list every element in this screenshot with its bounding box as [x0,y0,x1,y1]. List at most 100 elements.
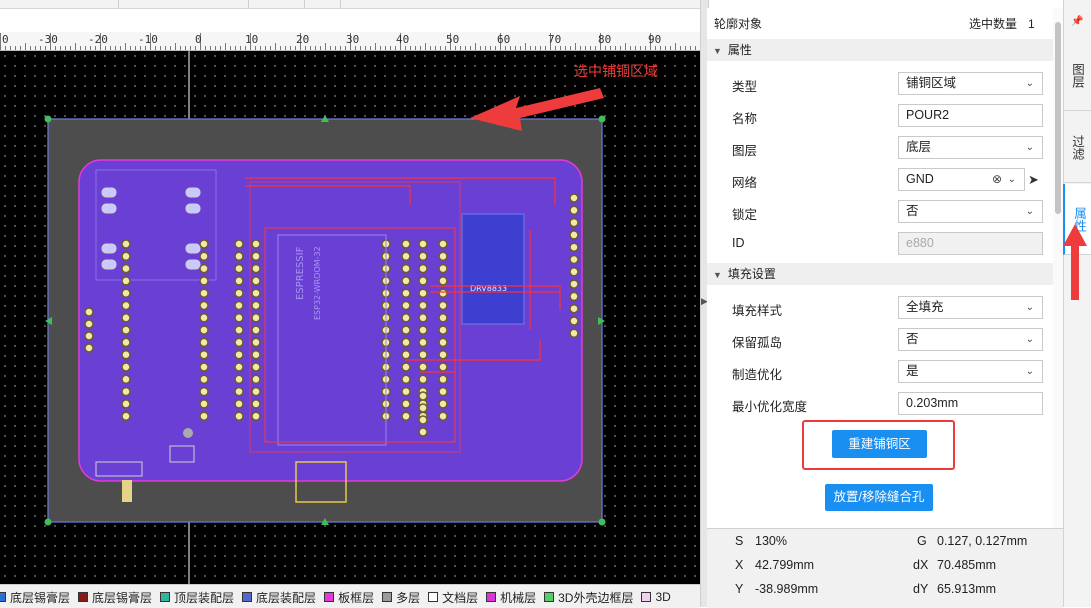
layer-toggle[interactable]: 板框层 [324,587,374,607]
keep-island-select[interactable]: 否 ⌄ [898,328,1043,351]
pad [199,288,209,298]
ruler-tick [285,46,286,50]
chevron-down-icon: ⌄ [1025,366,1034,377]
layer-name: 3D外壳边框层 [558,590,634,605]
pad [121,325,131,335]
pad [234,337,244,348]
chevron-down-icon: ⌄ [1025,142,1034,153]
ruler-tick [595,46,596,50]
ruler-tick [690,46,691,50]
layer-toggle[interactable]: 多层 [382,587,420,607]
ruler-tick [680,46,681,50]
section-properties-header[interactable]: ▼ 属性 [707,39,1053,61]
pad [121,263,131,274]
selection-handle[interactable] [44,518,52,526]
ruler-tick [570,46,571,50]
layer-toggle[interactable]: 底层锡膏层 [0,587,70,607]
pad [418,337,428,348]
pad [234,313,244,323]
ruler-tick [390,46,391,50]
pad [121,362,131,372]
ruler-tick [125,43,126,50]
pad [121,337,131,348]
pick-net-icon[interactable]: ➤ [1028,172,1039,188]
ruler-label: 10 [245,33,259,46]
pad [418,415,428,425]
ruler-tick [620,46,621,50]
ruler-tick [180,46,181,50]
pad [199,239,209,249]
x-value: 42.799mm [755,558,815,572]
net-select[interactable]: GND ⊗ ⌄ [898,168,1025,191]
pad [199,374,209,385]
layer-toggle[interactable]: 底层装配层 [242,587,316,607]
pad [251,313,261,323]
ruler-tick [335,46,336,50]
y-value: -38.989mm [755,582,819,596]
tab-filter[interactable]: 过滤 [1063,112,1091,183]
selection-handle[interactable] [598,518,606,526]
fill-style-select[interactable]: 全填充 ⌄ [898,296,1043,319]
tab-layers[interactable]: 图层 [1063,40,1091,111]
selection-handle[interactable] [598,115,606,123]
ruler-label: 40 [396,33,410,46]
ruler-tick [655,46,656,50]
layer-toggle[interactable]: 3D [641,587,671,607]
stitch-vias-button[interactable]: 放置/移除缝合孔 [825,484,933,511]
name-input[interactable]: POUR2 [898,104,1043,127]
ruler-label: 70 [548,33,562,46]
ruler-tick [360,46,361,50]
pin-icon[interactable]: 📌 [1071,16,1083,27]
ruler-tick [75,43,76,50]
ruler-tick [320,46,321,50]
layer-color-swatch [160,592,171,602]
layer-select[interactable]: 底层 ⌄ [898,136,1043,159]
min-width-input[interactable]: 0.203mm [898,392,1043,415]
layer-toggle[interactable]: 顶层装配层 [160,587,234,607]
lock-select[interactable]: 否 ⌄ [898,200,1043,223]
pad [234,325,244,335]
ruler-tick [295,46,296,50]
type-select[interactable]: 铺铜区域 ⌄ [898,72,1043,95]
ruler-tick [555,46,556,50]
ruler-tick [305,46,306,50]
ruler-tick [190,46,191,50]
pad [251,411,261,421]
ruler-tick [410,46,411,50]
ruler-tick [345,46,346,50]
layer-toggle[interactable]: 文档层 [428,587,478,607]
scale-value: 130% [755,534,787,548]
selection-handle[interactable] [44,115,52,123]
ruler-tick [65,46,66,50]
dy-value: 65.913mm [937,582,997,596]
pad [234,411,244,421]
layer-toggle[interactable]: 底层锡膏层 [78,587,152,607]
dfm-optimize-select[interactable]: 是 ⌄ [898,360,1043,383]
rebuild-pour-button[interactable]: 重建铺铜区 [832,430,927,458]
pad [121,300,131,311]
pad [569,254,579,265]
chevron-down-icon: ⌄ [1025,302,1034,313]
section-title: 属性 [727,43,752,57]
ruler-tick [105,46,106,50]
clear-icon[interactable]: ⊗ [992,169,1002,190]
pcb-canvas[interactable]: ESPRESSIF ESP32-WROOM-32 DRV8833 选中铺铜区域 [0,51,700,584]
field-label: 名称 [732,112,758,126]
layer-toggle[interactable]: 机械层 [486,587,536,607]
ruler-tick [240,46,241,50]
pad [418,263,428,274]
pad [401,239,411,249]
ruler-tick [440,46,441,50]
pad [251,362,261,372]
pad [251,386,261,397]
ruler-tick [265,46,266,50]
layer-color-swatch [78,592,89,602]
layer-value: 底层 [906,140,932,154]
ruler-tick [460,46,461,50]
ruler-tick [415,46,416,50]
section-title: 填充设置 [727,267,776,281]
layer-toggle[interactable]: 3D外壳边框层 [544,587,633,607]
pad [401,263,411,274]
section-fill-header[interactable]: ▼ 填充设置 [707,263,1053,285]
scrollbar-thumb[interactable] [1055,22,1061,214]
